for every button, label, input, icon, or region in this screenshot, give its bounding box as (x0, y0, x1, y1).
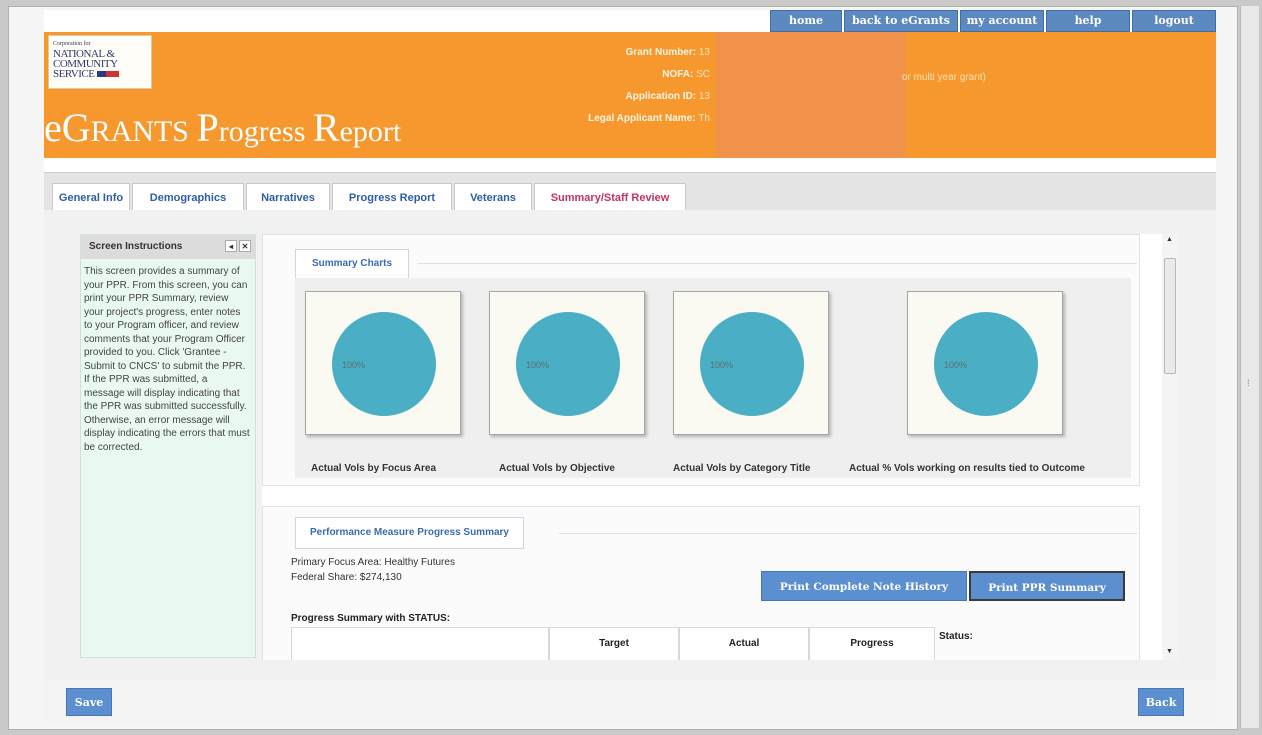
nav-help[interactable]: help (1046, 10, 1130, 32)
nav-back-to-egrants[interactable]: back to eGrants (844, 10, 958, 32)
cncs-logo: Corporation for NATIONAL & COMMUNITY SER… (48, 35, 152, 89)
print-ppr-summary-button[interactable]: Print PPR Summary (969, 571, 1125, 601)
summary-charts-legend: Summary Charts (295, 249, 410, 279)
table-header-progress: Progress (809, 627, 935, 660)
grant-meta: Grant Number: 13 NOFA: SC Application ID… (588, 47, 710, 124)
back-button[interactable]: Back (1138, 688, 1184, 716)
scroll-down-icon[interactable]: ▼ (1166, 648, 1173, 655)
close-icon[interactable]: ✕ (239, 240, 251, 252)
performance-measure-section: Performance Measure Progress Summary Pri… (262, 506, 1140, 660)
pie-slice-label: 100% (526, 360, 549, 370)
nav-my-account[interactable]: my account (960, 10, 1044, 32)
tab-bar: General Info Demographics Narratives Pro… (44, 172, 1216, 212)
chart-title: Actual Vols by Category Title (673, 463, 811, 474)
print-note-history-button[interactable]: Print Complete Note History (761, 571, 967, 601)
chart-title: Actual Vols by Objective (499, 463, 615, 474)
pie-chart-category-title: 100% (673, 291, 829, 435)
flag-icon (96, 71, 119, 78)
main-panel: Summary Charts 100% 100% 100% 100% Actua… (262, 234, 1162, 660)
scroll-up-icon[interactable]: ▲ (1166, 236, 1173, 243)
pie-chart-objective: 100% (489, 291, 645, 435)
pie-svg-1: 100% (332, 312, 436, 416)
bottom-bar: Save Back (44, 680, 1216, 722)
pie-slice-label: 100% (944, 360, 967, 370)
table-header-actual: Actual (679, 627, 809, 660)
grip-icon: ⁞ (1247, 378, 1250, 388)
chart-title: Actual Vols by Focus Area (311, 463, 437, 474)
table-header-cell (291, 627, 549, 660)
content-area: Screen Instructions ◂ ✕ This screen prov… (44, 210, 1216, 680)
save-button[interactable]: Save (66, 688, 112, 716)
summary-charts-section: Summary Charts 100% 100% 100% 100% Actua… (262, 234, 1140, 486)
progress-summary-table: Target Actual Progress Status: (291, 627, 1139, 660)
nav-home[interactable]: home (770, 10, 842, 32)
pm-legend: Performance Measure Progress Summary (295, 517, 524, 549)
tab-narratives[interactable]: Narratives (246, 183, 330, 211)
progress-summary-title: Progress Summary with STATUS: (291, 613, 451, 624)
tab-general-info[interactable]: General Info (52, 183, 130, 211)
pie-chart-outcome: 100% (907, 291, 1063, 435)
table-header-status: Status: (939, 631, 973, 642)
table-header-target: Target (549, 627, 679, 660)
pie-slice-label: 100% (342, 360, 365, 370)
redacted-block (716, 32, 906, 158)
tab-progress-report[interactable]: Progress Report (332, 183, 452, 211)
header-banner: Corporation for NATIONAL & COMMUNITY SER… (44, 32, 1216, 158)
instructions-text: This screen provides a summary of your P… (84, 266, 250, 453)
chart-title: Actual % Vols working on results tied to… (849, 463, 1085, 474)
top-nav: home back to eGrants my account help log… (770, 10, 1216, 32)
instructions-title: Screen Instructions (89, 241, 183, 252)
panel-scrollbar[interactable]: ▲ ▼ (1162, 234, 1178, 660)
tab-demographics[interactable]: Demographics (132, 183, 244, 211)
instructions-panel: Screen Instructions ◂ ✕ This screen prov… (80, 234, 256, 658)
pie-slice-label: 100% (710, 360, 733, 370)
tab-summary-staff-review[interactable]: Summary/Staff Review (534, 183, 686, 212)
page: home back to eGrants my account help log… (44, 10, 1216, 722)
pie-svg-3: 100% (700, 312, 804, 416)
window-scrollbar[interactable]: ⁞ (1240, 6, 1259, 728)
pie-svg-2: 100% (516, 312, 620, 416)
federal-share: Federal Share: $274,130 (291, 572, 402, 583)
app-title: eGRANTS Progress Report (44, 105, 402, 150)
tab-veterans[interactable]: Veterans (454, 183, 532, 211)
nav-logout[interactable]: logout (1132, 10, 1216, 32)
pie-svg-4: 100% (934, 312, 1038, 416)
pie-chart-focus-area: 100% (305, 291, 461, 435)
collapse-left-icon[interactable]: ◂ (225, 240, 237, 252)
multi-year-note: or multi year grant) (902, 72, 986, 83)
scroll-thumb[interactable] (1164, 258, 1176, 374)
primary-focus-area: Primary Focus Area: Healthy Futures (291, 557, 455, 568)
